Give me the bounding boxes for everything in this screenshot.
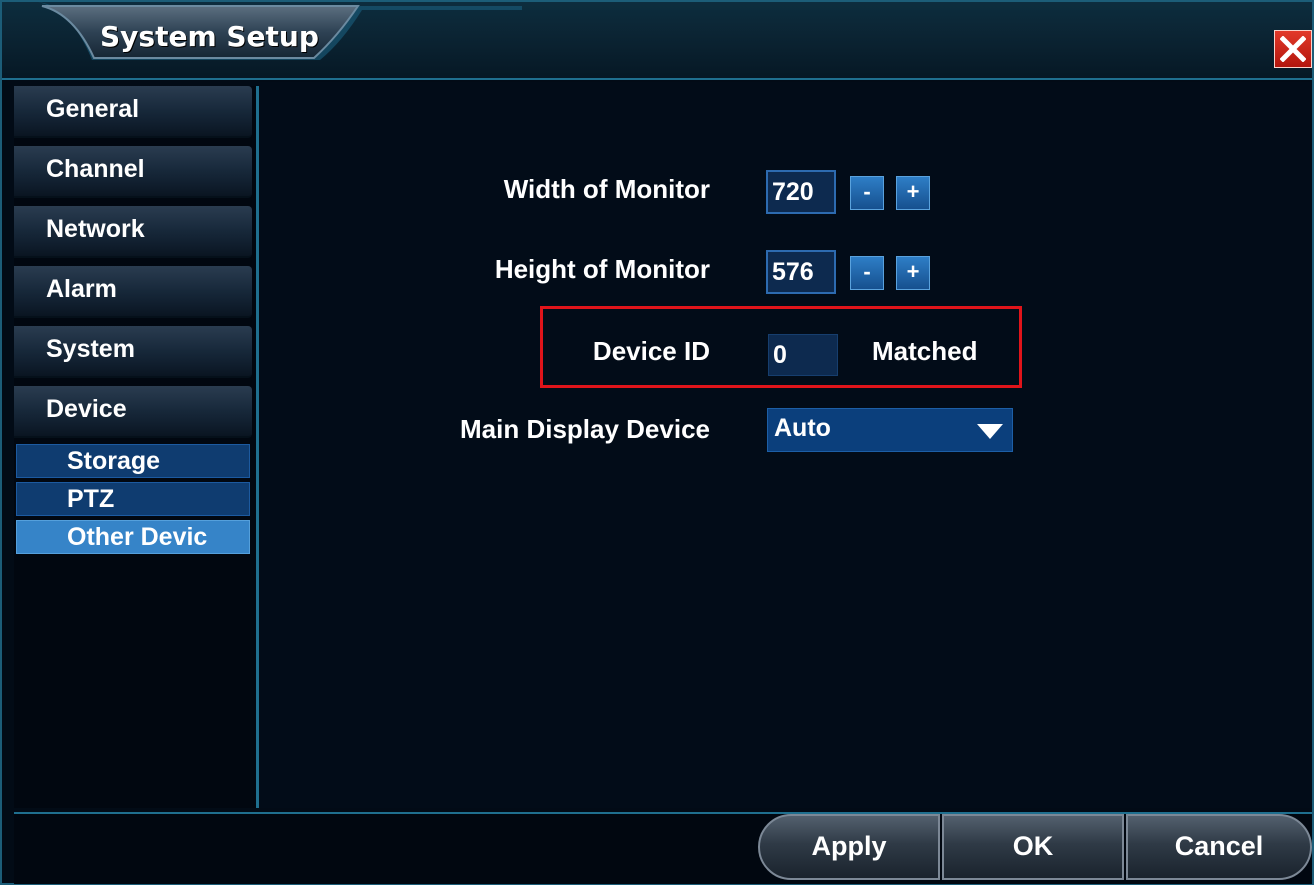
main-display-device-label: Main Display Device bbox=[460, 414, 710, 444]
title-tab: System Setup bbox=[2, 2, 522, 78]
device-id-status: Matched bbox=[872, 336, 978, 366]
sidebar-item-network[interactable]: Network bbox=[14, 206, 252, 258]
height-increment-button[interactable]: + bbox=[896, 256, 930, 290]
width-of-monitor-field[interactable]: 720 bbox=[766, 170, 836, 214]
ok-button[interactable]: OK bbox=[942, 814, 1124, 880]
sidebar-item-label: System bbox=[46, 335, 135, 363]
height-of-monitor-label: Height of Monitor bbox=[494, 254, 710, 284]
sidebar-item-label: Network bbox=[46, 215, 145, 243]
sidebar-item-system[interactable]: System bbox=[14, 326, 252, 378]
main-display-device-value: Auto bbox=[774, 414, 831, 442]
device-id-label: Device ID bbox=[592, 336, 710, 366]
sidebar-item-general[interactable]: General bbox=[14, 86, 252, 138]
window-title: System Setup bbox=[100, 20, 319, 53]
footer-bar: Apply OK Cancel bbox=[14, 812, 1312, 884]
width-decrement-button[interactable]: - bbox=[850, 176, 884, 210]
title-bar: System Setup bbox=[2, 2, 1312, 80]
sidebar-item-label: Alarm bbox=[46, 275, 117, 303]
sidebar-subitem-label: Other Devic bbox=[67, 523, 208, 551]
sidebar-item-label: Channel bbox=[46, 155, 145, 183]
sidebar-subitem-label: Storage bbox=[67, 447, 161, 475]
settings-panel: Width of Monitor 720 - + Height of Monit… bbox=[260, 82, 1312, 808]
sidebar-subitem-label: PTZ bbox=[67, 485, 115, 513]
height-decrement-button[interactable]: - bbox=[850, 256, 884, 290]
sidebar-subitem-storage[interactable]: Storage bbox=[16, 444, 250, 478]
apply-button[interactable]: Apply bbox=[758, 814, 940, 880]
sidebar-subitem-other-device[interactable]: Other Devic bbox=[16, 520, 250, 554]
sidebar-item-device[interactable]: Device bbox=[14, 386, 252, 438]
settings-sidebar: General Channel Network Alarm System Dev… bbox=[14, 86, 259, 808]
sidebar-item-label: Device bbox=[46, 395, 127, 423]
close-button[interactable] bbox=[1274, 30, 1312, 68]
width-increment-button[interactable]: + bbox=[896, 176, 930, 210]
system-setup-window: System Setup General Channel Network Ala… bbox=[0, 0, 1314, 885]
sidebar-item-channel[interactable]: Channel bbox=[14, 146, 252, 198]
cancel-button[interactable]: Cancel bbox=[1126, 814, 1312, 880]
sidebar-item-alarm[interactable]: Alarm bbox=[14, 266, 252, 318]
close-icon bbox=[1280, 36, 1306, 62]
main-display-device-select[interactable]: Auto bbox=[767, 408, 1013, 452]
sidebar-item-label: General bbox=[46, 95, 140, 123]
width-of-monitor-label: Width of Monitor bbox=[503, 174, 710, 204]
height-of-monitor-field[interactable]: 576 bbox=[766, 250, 836, 294]
sidebar-subitem-ptz[interactable]: PTZ bbox=[16, 482, 250, 516]
chevron-down-icon bbox=[977, 424, 1003, 439]
device-id-field[interactable]: 0 bbox=[768, 334, 838, 376]
